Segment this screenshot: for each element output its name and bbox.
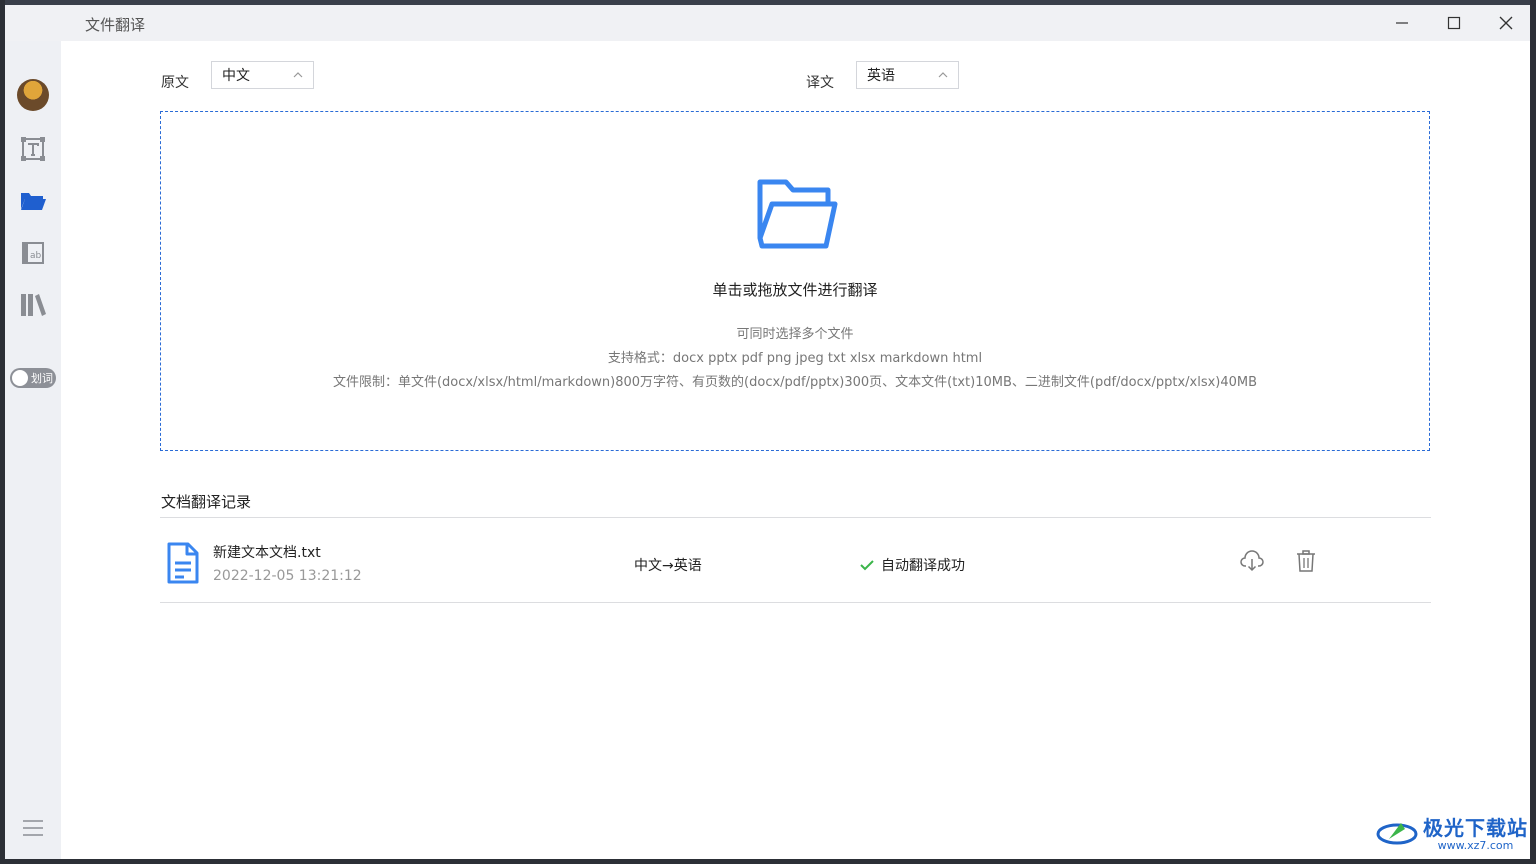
window-title: 文件翻译	[85, 16, 146, 34]
document-icon	[167, 542, 199, 584]
folder-icon	[21, 193, 46, 210]
record-status-text: 自动翻译成功	[881, 558, 965, 574]
app-window: 文件翻译 ab 划词 原文 中文 译文 英语 单击或拖放文件进行翻译 可同时选择…	[5, 5, 1530, 859]
menu-icon	[23, 820, 43, 836]
supported-formats: 支持格式：docx pptx pdf png jpeg txt xlsx mar…	[607, 351, 983, 366]
menu-button[interactable]	[13, 808, 53, 848]
watermark-logo-icon	[1376, 823, 1418, 845]
sidebar-item-file-translate[interactable]	[13, 181, 53, 221]
toggle-knob	[12, 370, 28, 386]
image-translate-icon: ab	[22, 242, 44, 264]
target-language-select[interactable]: 英语	[856, 61, 959, 89]
source-language-select[interactable]: 中文	[211, 61, 314, 89]
multi-select-hint: 可同时选择多个文件	[736, 327, 854, 342]
chevron-up-icon	[293, 72, 303, 78]
desktop-background	[1530, 0, 1536, 864]
divider	[160, 517, 1431, 518]
record-status: 自动翻译成功	[860, 555, 965, 575]
sidebar: ab 划词	[5, 41, 61, 859]
target-language-value: 英语	[867, 68, 895, 84]
maximize-button[interactable]	[1429, 5, 1479, 41]
watermark-title: 极光下载站	[1423, 816, 1528, 840]
user-avatar-button[interactable]	[13, 75, 53, 115]
site-watermark: 极光下载站 www.xz7.com	[1375, 812, 1528, 852]
cloud-download-icon	[1240, 550, 1264, 572]
library-icon	[21, 294, 46, 316]
record-language-direction: 中文→英语	[634, 558, 702, 574]
trash-icon	[1297, 550, 1315, 572]
divider	[160, 602, 1431, 603]
target-language-label: 译文	[806, 75, 834, 91]
chevron-up-icon	[938, 72, 948, 78]
folder-open-icon	[757, 179, 838, 249]
record-file-name: 新建文本文档.txt	[213, 545, 321, 561]
checkmark-icon	[860, 560, 874, 571]
maximize-icon	[1447, 16, 1461, 30]
avatar	[17, 79, 49, 111]
title-bar: 文件翻译	[5, 5, 1530, 41]
svg-text:ab: ab	[30, 251, 42, 261]
toggle-label: 划词	[31, 372, 53, 385]
close-icon	[1499, 16, 1513, 30]
minimize-icon	[1396, 22, 1408, 24]
main-content: 原文 中文 译文 英语 单击或拖放文件进行翻译 可同时选择多个文件 支持格式：d…	[61, 41, 1530, 859]
text-translate-icon	[21, 137, 45, 161]
download-button[interactable]	[1239, 548, 1265, 574]
sidebar-item-library[interactable]	[13, 285, 53, 325]
delete-button[interactable]	[1293, 548, 1319, 574]
file-drop-zone[interactable]: 单击或拖放文件进行翻译 可同时选择多个文件 支持格式：docx pptx pdf…	[160, 111, 1430, 451]
drop-zone-instruction: 单击或拖放文件进行翻译	[712, 281, 878, 299]
desktop-background	[0, 859, 1536, 864]
minimize-button[interactable]	[1377, 5, 1427, 41]
watermark-url: www.xz7.com	[1437, 839, 1514, 852]
records-title: 文档翻译记录	[161, 493, 252, 511]
sidebar-item-text-translate[interactable]	[13, 129, 53, 169]
record-timestamp: 2022-12-05 13:21:12	[213, 568, 362, 584]
source-language-label: 原文	[161, 75, 189, 91]
word-select-toggle[interactable]: 划词	[10, 368, 56, 388]
table-row: 新建文本文档.txt 2022-12-05 13:21:12 中文→英语 自动翻…	[160, 523, 1431, 602]
source-language-value: 中文	[222, 68, 250, 84]
sidebar-item-image-translate[interactable]: ab	[13, 233, 53, 273]
file-limits: 文件限制：单文件(docx/xlsx/html/markdown)800万字符、…	[332, 375, 1258, 390]
close-button[interactable]	[1481, 5, 1530, 41]
